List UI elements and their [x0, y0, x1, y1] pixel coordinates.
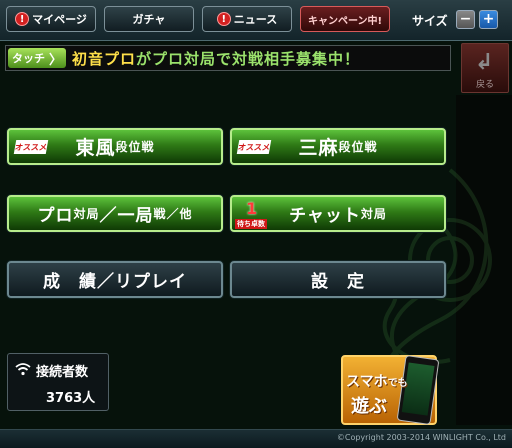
tonpu-sub-label: 段位戦	[115, 140, 155, 154]
sanma-dan-button[interactable]: オススメ 三麻 段位戦	[230, 128, 446, 165]
wifi-icon	[15, 363, 31, 376]
results-replay-button[interactable]: 成 績／リプレイ	[7, 261, 223, 298]
touch-label: タッチ	[11, 52, 45, 65]
sanma-main-label: 三麻	[298, 137, 339, 159]
pro-label-d: 戦	[153, 207, 167, 221]
news-label: ニュース	[233, 13, 278, 26]
chat-main-label: チャット	[289, 206, 361, 226]
online-users-title: 接続者数	[36, 365, 89, 380]
results-replay-label: 成 績／リプレイ	[43, 272, 187, 292]
waiting-tables-count: 1	[246, 199, 259, 218]
ticker-message: 初音プロがプロ対局で対戦相手募集中！	[72, 48, 360, 69]
size-decrease-button[interactable]: −	[456, 10, 475, 29]
back-label: 戻る	[475, 80, 494, 90]
settings-button[interactable]: 設 定	[230, 261, 446, 298]
recommended-badge: オススメ	[236, 140, 272, 154]
size-label: サイズ	[412, 14, 448, 28]
campaign-button[interactable]: キャンペーン中!	[300, 6, 390, 32]
chat-sub-label: 対局	[360, 207, 387, 221]
online-users-panel: 接続者数 3763人	[7, 353, 109, 411]
pro-label-a: プロ	[37, 206, 74, 226]
sanma-sub-label: 段位戦	[338, 140, 378, 154]
alert-icon: !	[15, 12, 30, 26]
ticker-highlight: 初音プロ	[72, 50, 137, 68]
size-increase-button[interactable]: +	[479, 10, 498, 29]
recommended-badge: オススメ	[13, 140, 49, 154]
pro-label-e: ／他	[166, 207, 193, 221]
gacha-label: ガチャ	[132, 13, 166, 26]
mypage-label: マイページ	[32, 13, 87, 26]
chevron-right-icon: 〉	[48, 52, 62, 68]
back-button[interactable]: ↲ 戻る	[461, 43, 509, 93]
smartphone-promo-banner[interactable]: スマホでも 遊ぶ	[341, 354, 440, 426]
alert-icon: !	[216, 12, 231, 26]
gacha-button[interactable]: ガチャ	[104, 6, 194, 32]
news-button[interactable]: ! ニュース	[202, 6, 292, 32]
top-bar: ! マイページ ガチャ ! ニュース キャンペーン中! サイズ − +	[0, 0, 512, 41]
chat-match-button[interactable]: 1 待ち卓数 チャット 対局	[230, 195, 446, 232]
ticker-body: がプロ対局で対戦相手募集中！	[136, 50, 361, 68]
return-arrow-icon: ↲	[475, 50, 494, 75]
promo-line2: 遊ぶ	[351, 396, 387, 417]
online-users-count: 3763人	[46, 391, 96, 406]
waiting-tables-label: 待ち卓数	[235, 219, 267, 229]
pro-label-b: 対局	[73, 207, 100, 221]
mypage-button[interactable]: ! マイページ	[6, 6, 96, 32]
settings-label: 設 定	[311, 272, 365, 292]
promo-line1-b: でも	[387, 378, 408, 389]
campaign-label: キャンペーン中!	[307, 15, 383, 27]
copyright-text: ©Copyright 2003-2014 WINLIGHT Co., Ltd	[336, 433, 506, 442]
tonpu-dan-button[interactable]: オススメ 東風 段位戦	[7, 128, 223, 165]
promo-line1-a: スマホ	[346, 374, 388, 390]
news-ticker[interactable]: タッチ 〉 初音プロがプロ対局で対戦相手募集中！	[5, 45, 451, 71]
tonpu-main-label: 東風	[75, 137, 116, 159]
pro-label-c: ／一局	[99, 206, 154, 226]
touch-button[interactable]: タッチ 〉	[8, 48, 66, 68]
footer: ©Copyright 2003-2014 WINLIGHT Co., Ltd	[0, 429, 512, 448]
pro-match-button[interactable]: プロ 対局 ／一局戦／他	[7, 195, 223, 232]
promo-line1: スマホでも	[346, 371, 408, 391]
